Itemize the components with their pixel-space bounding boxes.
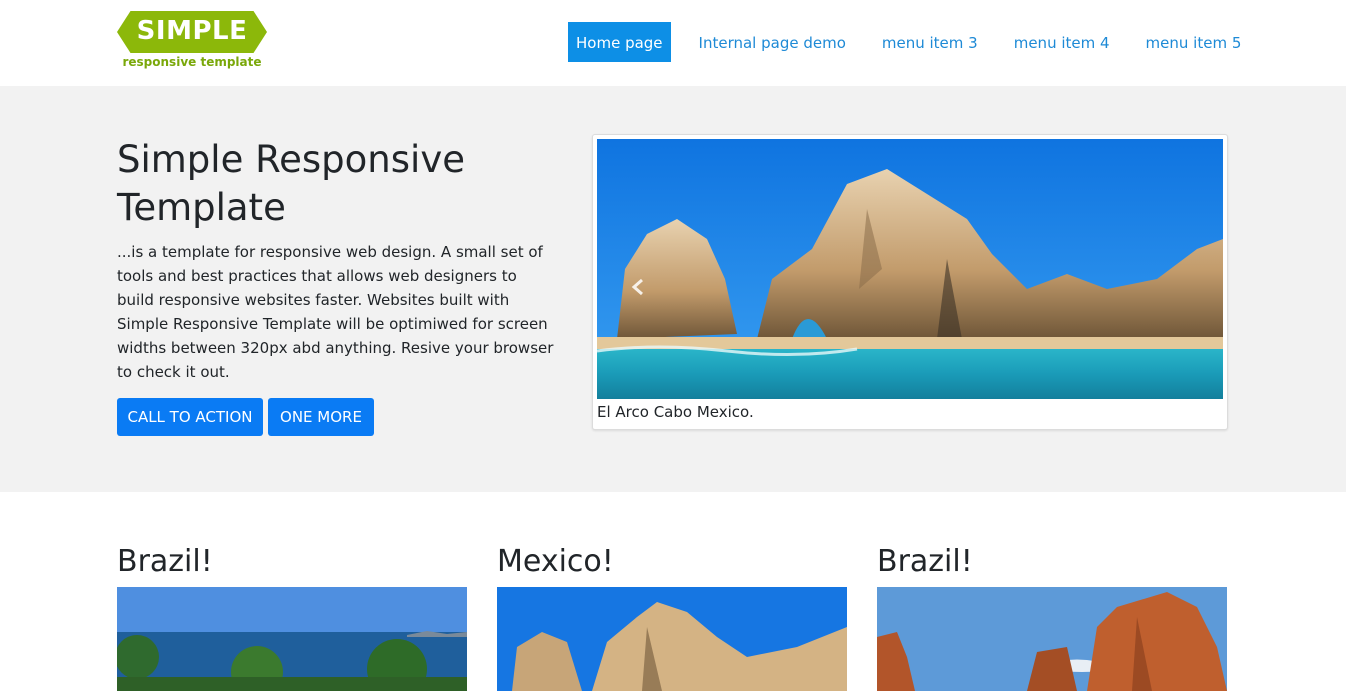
hero-title: Simple Responsive Template <box>117 138 465 229</box>
card-brazil-2: Brazil! <box>877 540 1227 691</box>
card-image[interactable] <box>877 587 1227 691</box>
logo[interactable]: SIMPLE responsive template <box>117 11 269 73</box>
main-nav: Home page Internal page demo menu item 3… <box>568 22 1277 62</box>
card-title: Brazil! <box>117 544 213 579</box>
card-brazil-1: Brazil! <box>117 540 467 691</box>
carousel-prev-arrow-icon[interactable] <box>631 278 645 296</box>
logo-title: SIMPLE <box>136 16 248 46</box>
card-image[interactable] <box>117 587 467 691</box>
image-caption: El Arco Cabo Mexico. <box>597 403 754 421</box>
site-header: SIMPLE responsive template Home page Int… <box>0 0 1346 86</box>
hero-image <box>597 139 1223 399</box>
nav-item-menu-3[interactable]: menu item 3 <box>882 22 978 62</box>
card-image[interactable] <box>497 587 847 691</box>
one-more-button[interactable]: ONE MORE <box>268 398 374 436</box>
hero-section: Simple Responsive Template ...is a templ… <box>0 86 1346 492</box>
hero-description: ...is a template for responsive web desi… <box>117 243 554 381</box>
nav-item-menu-5[interactable]: menu item 5 <box>1146 22 1242 62</box>
nav-item-home[interactable]: Home page <box>568 22 671 62</box>
call-to-action-button[interactable]: CALL TO ACTION <box>117 398 263 436</box>
nav-item-menu-4[interactable]: menu item 4 <box>1014 22 1110 62</box>
card-mexico: Mexico! <box>497 540 847 691</box>
card-title: Mexico! <box>497 544 614 579</box>
logo-subtitle: responsive template <box>122 55 262 69</box>
hero-image-carousel: chevron-left-icon El Arco Cabo Mexico. <box>592 134 1228 430</box>
card-title: Brazil! <box>877 544 973 579</box>
nav-item-internal-page-demo[interactable]: Internal page demo <box>699 22 846 62</box>
